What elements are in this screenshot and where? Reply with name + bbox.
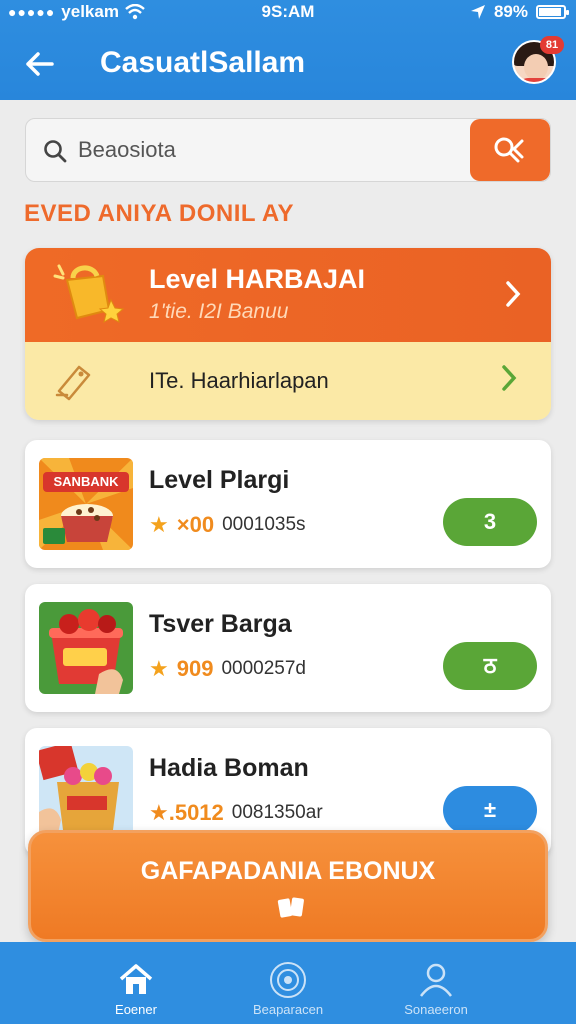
bottom-navigation: Eoener Beaparacen Sonaeeron [0, 942, 576, 1024]
search-button[interactable] [470, 119, 550, 181]
battery-icon [536, 5, 569, 19]
ticket-icon [55, 365, 91, 401]
game-action-button[interactable]: ± [443, 786, 537, 834]
profile-icon [420, 963, 452, 997]
status-bar: ●●●●● yelkam 9S:AM 89% [0, 0, 576, 26]
search-go-icon [494, 137, 524, 163]
game-title: Hadia Boman [149, 754, 309, 782]
gamepad-icon [270, 962, 306, 998]
notification-badge: 81 [540, 36, 564, 54]
game-thumbnail [39, 746, 133, 838]
game-count: 0000257d [221, 658, 306, 679]
trophy-icon [53, 264, 125, 324]
home-icon [119, 964, 153, 994]
game-rating: ×00 [176, 512, 215, 537]
star-icon: ★ [149, 512, 169, 537]
cards-icon [277, 897, 304, 918]
game-thumbnail [39, 602, 133, 694]
promo-title: Level HARBAJAI [149, 264, 366, 294]
game-card[interactable]: Tsver Barga ★ 909 0000257d ठ [25, 584, 551, 712]
chevron-right-icon [502, 365, 517, 391]
back-arrow-icon[interactable] [20, 44, 60, 84]
nav-profile-label: Sonaeeron [404, 1002, 468, 1017]
promo-card[interactable]: Level HARBAJAI 1'tie. I2I Banuu ITe. Haa… [25, 248, 551, 420]
promo-secondary-text: ITe. Haarhiarlapan [149, 368, 329, 393]
search-icon [44, 140, 67, 163]
battery-percent: 89% [493, 2, 528, 21]
app-bar: CasuatlSallam 81 [0, 30, 576, 98]
promo-secondary-row[interactable]: ITe. Haarhiarlapan [25, 342, 551, 420]
game-thumbnail: SANBANK [39, 458, 133, 550]
star-icon: ★ [149, 656, 169, 681]
game-title: Level Plargi [149, 466, 290, 494]
cta-label: GAFAPADANIA EBONUX [140, 857, 436, 885]
chevron-right-icon [506, 281, 521, 307]
game-action-button[interactable]: ठ [443, 642, 537, 690]
game-card[interactable]: SANBANK Level Plargi ★ ×00 0001035s 3 [25, 440, 551, 568]
game-action-button[interactable]: 3 [443, 498, 537, 546]
promo-level-row[interactable]: Level HARBAJAI 1'tie. I2I Banuu [25, 248, 551, 342]
game-count: 0081350ar [231, 802, 323, 823]
search-input[interactable] [78, 119, 488, 181]
game-rating: 909 [176, 656, 214, 681]
location-arrow-icon [470, 5, 485, 19]
top-bar: ●●●●● yelkam 9S:AM 89% CasuatlSallam 81 [0, 0, 576, 100]
section-title: EVED ANIYA DONIL AY [24, 200, 295, 227]
game-count: 0001035s [222, 514, 306, 535]
nav-profile[interactable]: Sonaeeron [340, 942, 532, 1024]
search-bar [25, 118, 551, 182]
promo-subtitle: 1'tie. I2I Banuu [149, 300, 289, 323]
app-title: CasuatlSallam [100, 46, 306, 79]
game-title: Tsver Barga [149, 610, 292, 638]
bonus-cta-button[interactable]: GAFAPADANIA EBONUX [28, 830, 548, 942]
thumbnail-label: SANBANK [53, 474, 119, 489]
game-rating: ★.5012 [149, 800, 224, 825]
